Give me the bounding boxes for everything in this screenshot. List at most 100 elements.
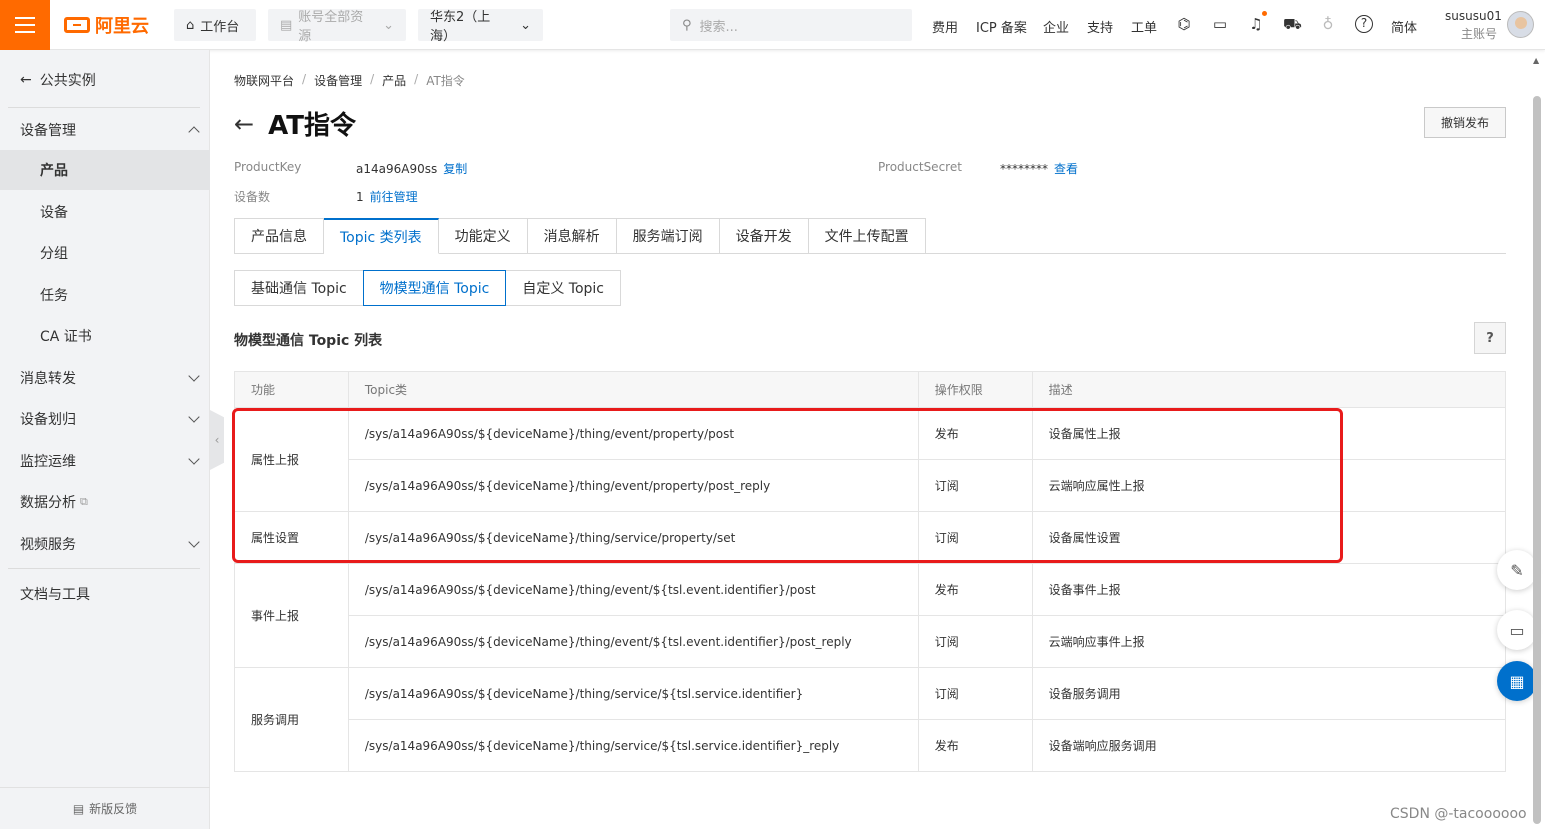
feedback-button[interactable]: ▤ 新版反馈 [0, 787, 210, 829]
page-title: ← AT指令 [234, 105, 356, 142]
manage-devices-link[interactable]: 前往管理 [370, 190, 418, 204]
workbench-button[interactable]: ⌂ 工作台 [174, 9, 256, 41]
scrollbar[interactable] [1533, 96, 1541, 824]
edit-icon[interactable]: ✎ [1497, 550, 1537, 590]
account-scope-label: 账号全部资源 [298, 10, 364, 44]
link-support[interactable]: 支持 [1087, 17, 1113, 36]
sidebar-item-video-service[interactable]: 视频服务 [0, 524, 210, 564]
sidebar-item-device-transfer[interactable]: 设备划归 [0, 399, 210, 439]
link-icp[interactable]: ICP 备案 [976, 17, 1027, 36]
bell-icon[interactable]: ♫ [1247, 15, 1265, 33]
sidebar-item-ca-cert[interactable]: CA 证书 [0, 316, 210, 356]
home-icon: ⌂ [186, 17, 195, 33]
bulb-icon[interactable]: ♁ [1319, 15, 1337, 33]
product-secret-value: ******** 查看 [1000, 160, 1078, 177]
code-icon[interactable]: ⌬ [1175, 15, 1193, 33]
main-tabs: 产品信息 Topic 类列表 功能定义 消息解析 服务端订阅 设备开发 文件上传… [234, 218, 926, 254]
help-icon[interactable]: ? [1355, 15, 1373, 33]
tab-product-info[interactable]: 产品信息 [234, 218, 324, 254]
sidebar-item-device-management[interactable]: 设备管理 [0, 110, 210, 150]
permission-cell: 订阅 [917, 667, 1033, 720]
permission-cell: 发布 [917, 563, 1033, 616]
terminal-icon[interactable]: ▭ [1211, 15, 1229, 33]
product-secret-label: ProductSecret [878, 160, 962, 174]
tab-function-definition[interactable]: 功能定义 [438, 218, 528, 254]
topic-cell: /sys/a14a96A90ss/${deviceName}/thing/ser… [347, 667, 919, 720]
hamburger-menu-icon[interactable] [0, 0, 50, 50]
column-header-function: 功能 [234, 371, 349, 408]
tab-device-development[interactable]: 设备开发 [719, 218, 809, 254]
product-key-label: ProductKey [234, 160, 301, 174]
watermark: CSDN @-tacoooooo [1390, 806, 1527, 822]
link-ticket[interactable]: 工单 [1131, 17, 1157, 36]
back-to-instance[interactable]: ← 公共实例 [20, 70, 96, 90]
user-info[interactable]: sususu01 主账号 [1445, 9, 1502, 42]
copy-link[interactable]: 复制 [443, 162, 467, 176]
sidebar-item-label: 分组 [40, 246, 68, 262]
link-enterprise[interactable]: 企业 [1043, 17, 1069, 36]
language-switch[interactable]: 简体 [1391, 17, 1417, 36]
chevron-down-icon [188, 536, 200, 548]
aliyun-logo-mark [64, 17, 90, 33]
arrow-left-icon[interactable]: ← [234, 110, 254, 138]
device-count-label: 设备数 [234, 188, 270, 205]
divider [8, 107, 200, 108]
chevron-down-icon [188, 370, 200, 382]
sidebar-item-docs-tools[interactable]: 文档与工具 [0, 574, 210, 614]
sidebar-item-monitoring[interactable]: 监控运维 [0, 441, 210, 481]
workbench-label: 工作台 [200, 19, 240, 35]
cart-icon[interactable]: ⛟ [1283, 15, 1302, 33]
topic-cell: /sys/a14a96A90ss/${deviceName}/thing/eve… [347, 563, 919, 616]
sidebar-item-label: 设备管理 [20, 123, 76, 139]
tab-server-subscription[interactable]: 服务端订阅 [616, 218, 720, 254]
apps-grid-icon[interactable]: ▦ [1497, 661, 1537, 701]
subtab-custom-topic[interactable]: 自定义 Topic [505, 270, 622, 306]
permission-cell: 发布 [917, 719, 1033, 772]
sidebar-item-device[interactable]: 设备 [0, 192, 210, 232]
subtab-tsl-topic[interactable]: 物模型通信 Topic [362, 270, 507, 306]
chevron-down-icon: ⌄ [520, 17, 531, 33]
sidebar-item-task[interactable]: 任务 [0, 275, 210, 315]
function-cell: 服务调用 [234, 667, 349, 772]
sidebar-item-group[interactable]: 分组 [0, 233, 210, 273]
sidebar-item-product[interactable]: 产品 [0, 150, 210, 190]
arrow-left-icon: ← [20, 72, 32, 88]
scroll-up-icon[interactable]: ▲ [1533, 56, 1539, 65]
sidebar-item-data-analysis[interactable]: 数据分析 ⧉ [0, 482, 210, 522]
search-icon: ⚲ [682, 17, 692, 33]
back-label: 公共实例 [39, 73, 96, 89]
account-scope-select[interactable]: ▤ 账号全部资源 ⌄ [268, 9, 406, 44]
view-secret-link[interactable]: 查看 [1054, 162, 1078, 176]
breadcrumb-product[interactable]: 产品 [382, 72, 406, 89]
region-select[interactable]: 华东2（上海） ⌄ [418, 9, 543, 44]
device-count-text: 1 [356, 190, 364, 204]
sidebar-item-label: CA 证书 [40, 329, 92, 345]
subtab-basic-topic[interactable]: 基础通信 Topic [234, 270, 364, 306]
table-row: /sys/a14a96A90ss/${deviceName}/thing/eve… [235, 615, 1507, 668]
breadcrumb-iot-platform[interactable]: 物联网平台 [234, 72, 294, 89]
help-icon[interactable]: ? [1474, 322, 1506, 354]
top-bar: 阿里云 ⌂ 工作台 ▤ 账号全部资源 ⌄ 华东2（上海） ⌄ ⚲ 搜索... 费用 ICP… [0, 0, 1545, 50]
avatar[interactable] [1507, 11, 1534, 38]
aliyun-logo[interactable]: 阿里云 [64, 13, 149, 37]
product-key-text: a14a96A90ss [356, 162, 438, 176]
link-fees[interactable]: 费用 [932, 17, 958, 36]
search-input[interactable]: ⚲ 搜索... [670, 9, 912, 41]
tab-topic-list[interactable]: Topic 类列表 [324, 218, 439, 254]
sidebar: ← 公共实例 设备管理 产品 设备 分组 任务 CA 证书 消息转发 设备划归 监… [0, 50, 210, 829]
permission-cell: 订阅 [917, 615, 1033, 668]
revoke-publish-button[interactable]: 撤销发布 [1424, 107, 1506, 138]
sidebar-item-label: 文档与工具 [20, 587, 90, 603]
sidebar-collapse-handle[interactable]: ‹ [210, 410, 224, 470]
logo-text: 阿里云 [95, 16, 149, 37]
sidebar-item-message-forward[interactable]: 消息转发 [0, 358, 210, 398]
region-label: 华东2（上海） [430, 10, 491, 44]
sidebar-item-label: 消息转发 [20, 371, 76, 387]
breadcrumb-device-management[interactable]: 设备管理 [314, 72, 362, 89]
chat-icon[interactable]: ▭ [1497, 610, 1537, 650]
tab-message-parsing[interactable]: 消息解析 [527, 218, 617, 254]
product-secret-label-text: ProductSecret [878, 160, 962, 174]
product-key-value: a14a96A90ss 复制 [356, 160, 467, 177]
sidebar-item-label: 监控运维 [20, 454, 76, 470]
tab-file-upload-config[interactable]: 文件上传配置 [808, 218, 926, 254]
